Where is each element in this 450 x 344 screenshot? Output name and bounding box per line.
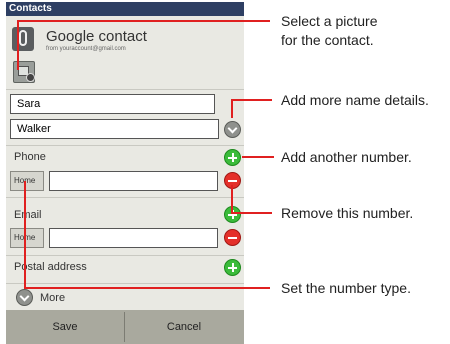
callout-add-number: Add another number. — [281, 149, 412, 165]
callout-picture-line1: Select a picture — [281, 13, 378, 29]
callout-picture-line2: for the contact. — [281, 32, 374, 48]
callout-line-picture — [17, 20, 270, 70]
callout-remove-number: Remove this number. — [281, 205, 414, 221]
callout-line-remove-number — [231, 185, 272, 214]
callout-name-details: Add more name details. — [281, 92, 429, 108]
callout-line-name-details — [231, 99, 272, 118]
callout-picture: Select a picture for the contact. — [281, 12, 378, 50]
callout-number-type: Set the number type. — [281, 280, 411, 296]
callout-line-number-type — [24, 181, 270, 289]
